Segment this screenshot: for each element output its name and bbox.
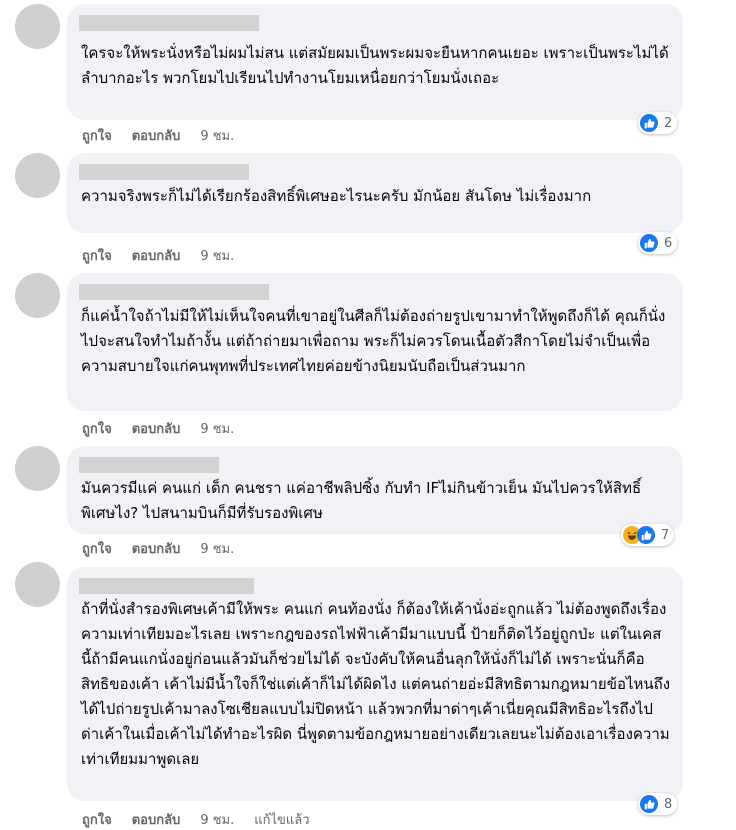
comment-bubble: ถ้าที่นั่งสำรองพิเศษเค้ามีให้พระ คนแก่ ค… — [67, 567, 683, 801]
comment-text: ก็แค่น้ำใจถ้าไม่มีให้ไม่เห็นใจคนที่เขาอย… — [81, 307, 666, 375]
comment-bubble: มันควรมีแค่ คนแก่ เด็ก คนชรา แค่อาชีพลิป… — [67, 446, 683, 534]
reply-button[interactable]: ตอบกลับ — [132, 129, 181, 144]
reaction-count: 6 — [664, 235, 673, 251]
like-button[interactable]: ถูกใจ — [82, 542, 112, 557]
like-button[interactable]: ถูกใจ — [82, 129, 112, 144]
reaction-summary[interactable]: 8 — [638, 793, 678, 815]
reply-button[interactable]: ตอบกลับ — [132, 422, 181, 437]
comment-bubble: ใครจะให้พระนั่งหรือไม่ผมไม่สน แต่สมัยผมเ… — [67, 4, 683, 120]
comment-bubble: ความจริงพระก็ไม่ได้เรียกร้องสิทธิ์พิเศษอ… — [67, 153, 683, 233]
comment-timestamp[interactable]: 9 ชม. — [200, 249, 234, 264]
avatar[interactable] — [15, 446, 60, 491]
avatar[interactable] — [15, 4, 60, 49]
comment-bubble: ก็แค่น้ำใจถ้าไม่มีให้ไม่เห็นใจคนที่เขาอย… — [67, 273, 683, 411]
avatar[interactable] — [15, 273, 60, 318]
reply-button[interactable]: ตอบกลับ — [132, 813, 181, 828]
redacted-author-name[interactable] — [79, 15, 259, 31]
reply-button[interactable]: ตอบกลับ — [132, 249, 181, 264]
comment-actions: ถูกใจ ตอบกลับ 9 ชม. — [82, 245, 254, 266]
reaction-count: 8 — [664, 796, 673, 812]
comment-timestamp[interactable]: 9 ชม. — [200, 542, 234, 557]
redacted-author-name[interactable] — [79, 457, 219, 473]
comment-timestamp[interactable]: 9 ชม. — [200, 129, 234, 144]
comment-text: ความจริงพระก็ไม่ได้เรียกร้องสิทธิ์พิเศษอ… — [81, 187, 592, 205]
reaction-count: 7 — [661, 527, 670, 543]
like-icon — [640, 114, 658, 132]
redacted-author-name[interactable] — [79, 284, 269, 300]
reaction-summary[interactable]: 6 — [638, 232, 678, 254]
avatar[interactable] — [15, 562, 60, 607]
reply-button[interactable]: ตอบกลับ — [132, 542, 181, 557]
like-icon — [637, 526, 655, 544]
like-icon — [640, 795, 658, 813]
comment-text: ถ้าที่นั่งสำรองพิเศษเค้ามีให้พระ คนแก่ ค… — [81, 600, 671, 768]
comment-timestamp[interactable]: 9 ชม. — [200, 813, 234, 828]
redacted-author-name[interactable] — [79, 164, 249, 180]
edited-label[interactable]: แก้ไขแล้ว — [254, 813, 309, 828]
comment-actions: ถูกใจ ตอบกลับ 9 ชม. — [82, 538, 254, 559]
like-button[interactable]: ถูกใจ — [82, 249, 112, 264]
comment-actions: ถูกใจ ตอบกลับ 9 ชม. — [82, 418, 254, 439]
like-button[interactable]: ถูกใจ — [82, 813, 112, 828]
redacted-author-name[interactable] — [79, 578, 254, 594]
reaction-summary[interactable]: 2 — [638, 112, 678, 134]
reaction-count: 2 — [664, 115, 673, 131]
avatar[interactable] — [15, 153, 60, 198]
comment-text: ใครจะให้พระนั่งหรือไม่ผมไม่สน แต่สมัยผมเ… — [81, 44, 669, 87]
like-icon — [640, 234, 658, 252]
reaction-summary[interactable]: 7 — [621, 524, 675, 546]
comment-text: มันควรมีแค่ คนแก่ เด็ก คนชรา แค่อาชีพลิป… — [81, 479, 642, 522]
comment-actions: ถูกใจ ตอบกลับ 9 ชม. — [82, 125, 254, 146]
like-button[interactable]: ถูกใจ — [82, 422, 112, 437]
comment-timestamp[interactable]: 9 ชม. — [200, 422, 234, 437]
